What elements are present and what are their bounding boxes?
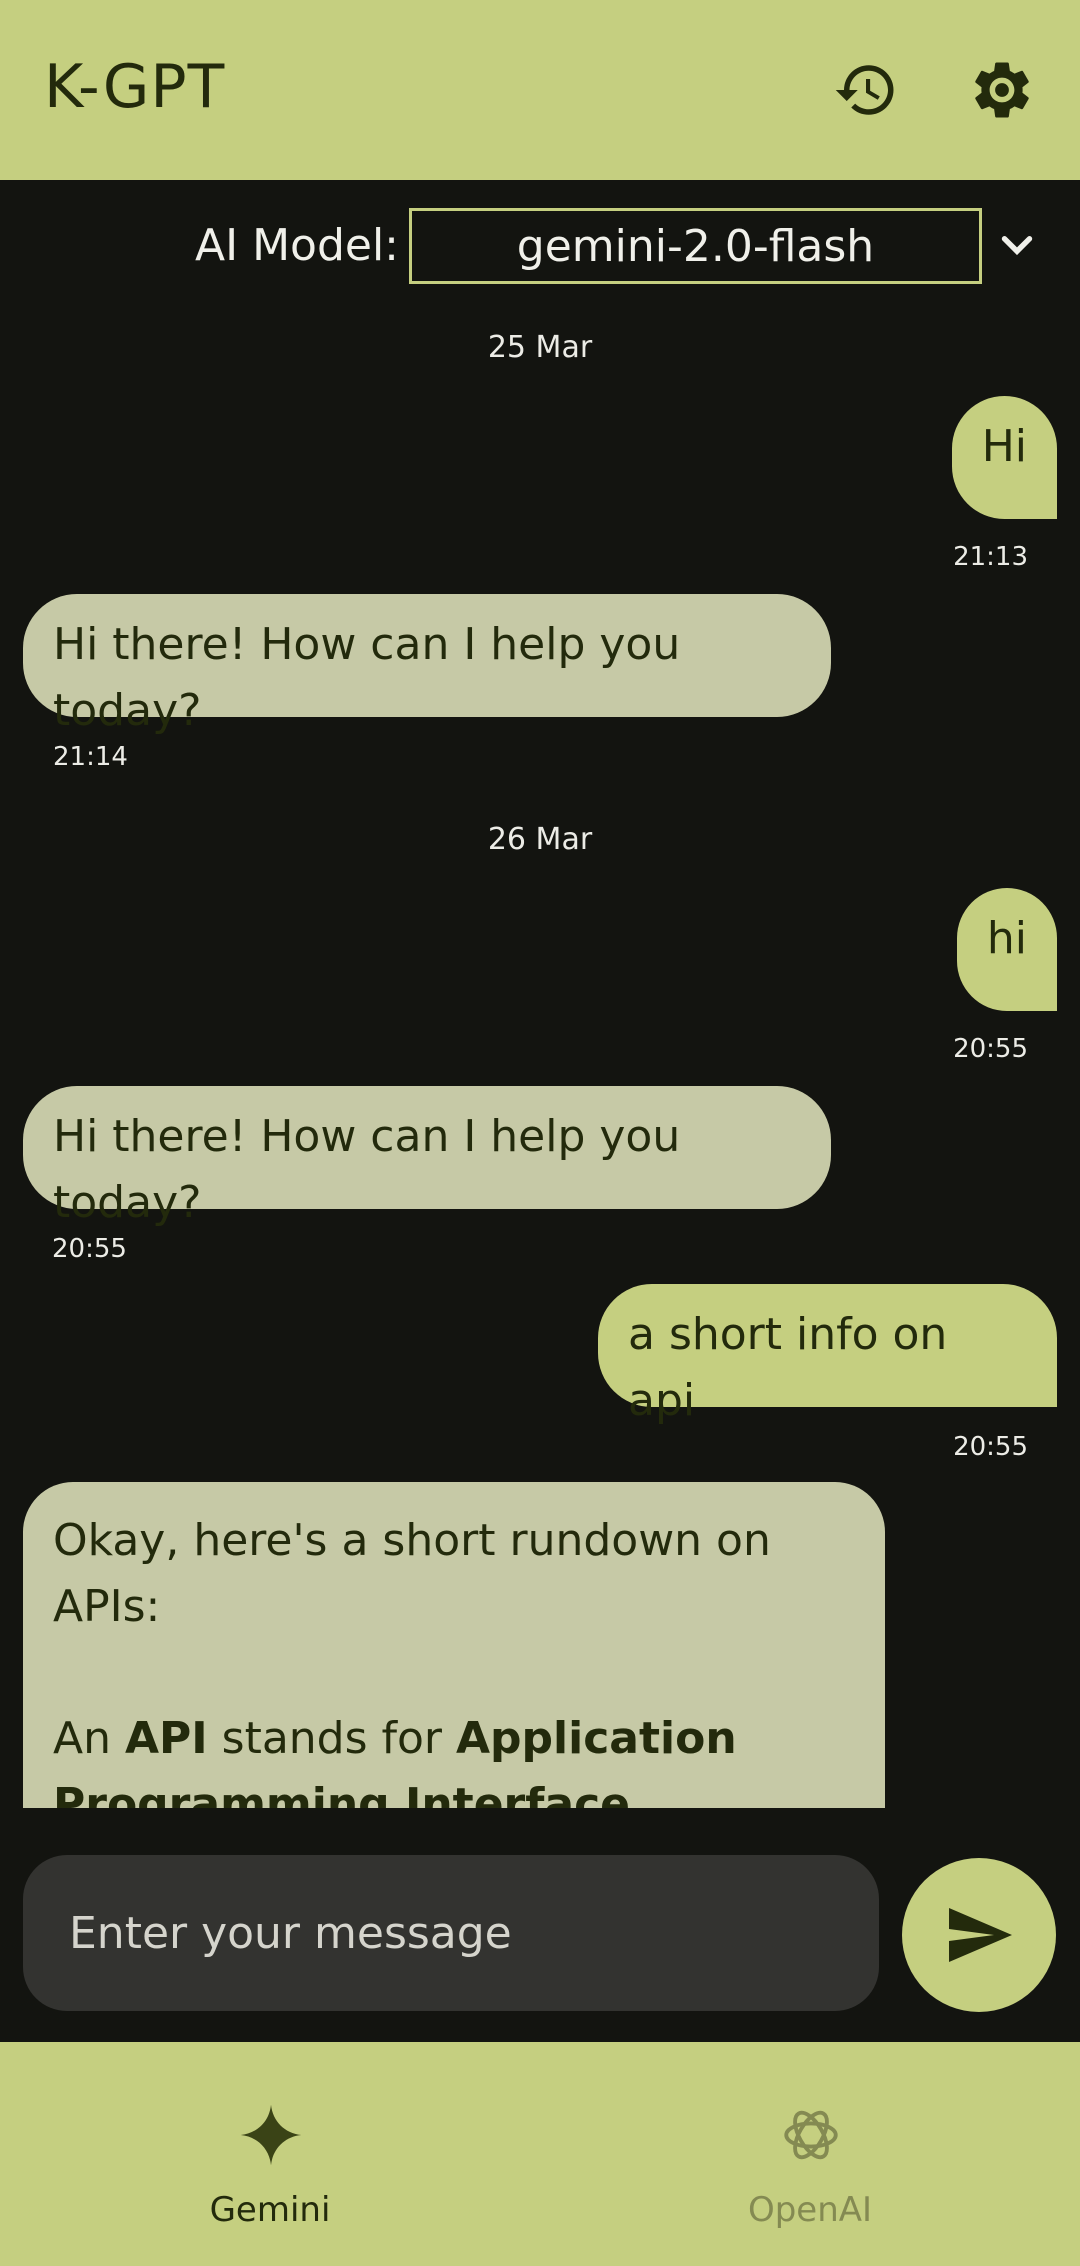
user-message[interactable]: a short info on api <box>598 1284 1057 1426</box>
send-button[interactable] <box>902 1858 1056 2012</box>
message-text: a short info on api <box>628 1309 948 1426</box>
nav-label-openai: OpenAI <box>747 2190 873 2230</box>
model-selected-value: gemini-2.0-flash <box>516 220 875 272</box>
message-time: 20:55 <box>953 1034 1028 1064</box>
app-title: K-GPT <box>44 52 226 122</box>
nav-label-gemini: Gemini <box>209 2190 331 2230</box>
user-message[interactable]: hi <box>956 888 1057 1011</box>
chat-messages[interactable]: 25 Mar Hi 21:13 Hi there! How can I help… <box>0 320 1080 1808</box>
history-icon <box>835 65 894 115</box>
message-time: 20:55 <box>52 1234 127 1264</box>
chevron-down-icon <box>1001 236 1033 256</box>
model-label: AI Model: <box>195 220 399 271</box>
message-input[interactable] <box>23 1855 879 2011</box>
message-text: Okay, here's a short rundown on APIs: <box>53 1515 771 1632</box>
bot-message[interactable]: Hi there! How can I help you today? <box>23 594 831 736</box>
message-text: Hi <box>981 421 1027 472</box>
message-composer <box>0 1808 1080 2042</box>
settings-button[interactable] <box>962 50 1042 130</box>
app-bar: K-GPT <box>0 0 1080 180</box>
send-icon <box>949 1908 1012 1962</box>
nav-item-gemini[interactable]: Gemini <box>0 2042 540 2266</box>
message-text: An API stands for Application Programmin… <box>53 1713 737 1808</box>
message-time: 21:13 <box>953 542 1028 572</box>
nav-item-openai[interactable]: OpenAI <box>540 2042 1080 2266</box>
history-button[interactable] <box>826 50 906 130</box>
date-separator: 26 Mar <box>487 822 593 857</box>
model-dropdown-toggle[interactable] <box>992 220 1042 270</box>
bot-message[interactable]: Hi there! How can I help you today? <box>23 1086 831 1228</box>
user-message[interactable]: Hi <box>951 396 1057 519</box>
message-text: Hi there! How can I help you today? <box>53 1111 681 1228</box>
message-text: hi <box>986 913 1027 964</box>
message-time: 21:14 <box>53 742 128 772</box>
date-separator: 25 Mar <box>487 330 593 365</box>
message-time: 20:55 <box>953 1432 1028 1462</box>
model-dropdown[interactable]: gemini-2.0-flash <box>409 208 982 284</box>
openai-icon <box>784 2110 838 2160</box>
sparkle-icon <box>240 2104 302 2166</box>
message-text: Hi there! How can I help you today? <box>53 619 681 736</box>
gear-icon <box>975 62 1029 118</box>
bottom-navigation: Gemini OpenAI <box>0 2042 1080 2266</box>
bot-message[interactable]: Okay, here's a short rundown on APIs: An… <box>23 1482 885 1808</box>
model-selector-row: AI Model: gemini-2.0-flash <box>0 180 1080 320</box>
